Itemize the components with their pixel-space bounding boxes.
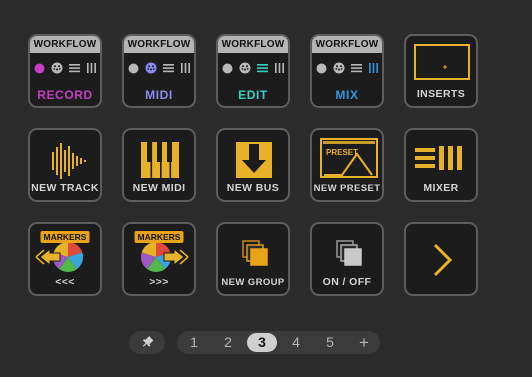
- bars-icon: [86, 63, 96, 73]
- group-on-off-button[interactable]: ON / OFF: [310, 222, 384, 296]
- mixer-label: MIXER: [423, 182, 459, 194]
- new-preset-label: NEW PRESET: [313, 183, 381, 194]
- workflow-midi-button[interactable]: WORKFLOW MIDI: [122, 34, 196, 108]
- inserts-button[interactable]: INSERTS: [404, 34, 478, 108]
- workflow-mix-button[interactable]: WORKFLOW MIX: [310, 34, 384, 108]
- page-3-tab[interactable]: 3: [247, 333, 277, 352]
- lines-icon: [350, 64, 362, 73]
- new-bus-button[interactable]: NEW BUS: [216, 128, 290, 202]
- record-dot-icon: [222, 63, 232, 73]
- chevron-right-icon: [433, 243, 453, 277]
- add-page-button[interactable]: +: [349, 331, 379, 354]
- workflow-header: WORKFLOW: [30, 36, 100, 53]
- workflow-mix-label: MIX: [335, 88, 359, 102]
- pin-icon: [142, 336, 154, 347]
- record-dot-icon: [316, 63, 326, 73]
- record-dot-icon: [128, 63, 138, 73]
- lines-icon: [256, 64, 268, 73]
- preset-caption: PRESET: [326, 148, 359, 157]
- page-2-tab[interactable]: 2: [213, 331, 243, 354]
- markers-badge: MARKERS: [40, 231, 90, 243]
- record-dot-icon: [34, 63, 44, 73]
- workflow-record-button[interactable]: WORKFLOW RECORD: [28, 34, 102, 108]
- new-group-button[interactable]: NEW GROUP: [216, 222, 290, 296]
- bars-icon: [180, 63, 190, 73]
- workflow-edit-label: EDIT: [238, 88, 268, 102]
- lines-icon: [68, 64, 80, 73]
- mixer-button[interactable]: MIXER: [404, 128, 478, 202]
- page-1-tab[interactable]: 1: [179, 331, 209, 354]
- next-page-button[interactable]: [404, 222, 478, 296]
- lines-icon: [162, 64, 174, 73]
- workflow-view-icons: [312, 61, 382, 75]
- workflow-view-icons: [124, 61, 194, 75]
- pin-button[interactable]: [129, 331, 165, 354]
- new-midi-button[interactable]: NEW MIDI: [122, 128, 196, 202]
- workflow-view-icons: [218, 61, 288, 75]
- markers-next-button[interactable]: MARKERS >>>: [122, 222, 196, 296]
- keyboard-icon: [51, 62, 62, 74]
- markers-badge: MARKERS: [134, 231, 184, 243]
- workflow-view-icons: [30, 61, 100, 75]
- new-group-label: NEW GROUP: [221, 277, 285, 288]
- bars-icon: [368, 63, 378, 73]
- page-5-tab[interactable]: 5: [315, 331, 345, 354]
- new-bus-label: NEW BUS: [226, 182, 280, 194]
- new-track-button[interactable]: NEW TRACK: [28, 128, 102, 202]
- markers-prev-label: <<<: [55, 276, 75, 288]
- markers-next-label: >>>: [149, 276, 169, 288]
- on-off-label: ON / OFF: [322, 276, 372, 288]
- workflow-header: WORKFLOW: [218, 36, 288, 53]
- page-4-tab[interactable]: 4: [281, 331, 311, 354]
- new-preset-button[interactable]: PRESET NEW PRESET: [310, 128, 384, 202]
- new-track-label: NEW TRACK: [31, 182, 99, 194]
- keyboard-icon: [145, 62, 156, 74]
- keyboard-icon: [239, 62, 250, 74]
- inserts-label: INSERTS: [416, 88, 466, 100]
- bars-icon: [274, 63, 284, 73]
- keyboard-icon: [333, 62, 344, 74]
- workflow-header: WORKFLOW: [312, 36, 382, 53]
- workflow-edit-button[interactable]: WORKFLOW EDIT: [216, 34, 290, 108]
- markers-prev-button[interactable]: MARKERS <<<: [28, 222, 102, 296]
- workflow-header: WORKFLOW: [124, 36, 194, 53]
- workflow-record-label: RECORD: [37, 88, 93, 102]
- new-midi-label: NEW MIDI: [132, 182, 186, 194]
- workflow-midi-label: MIDI: [145, 88, 173, 102]
